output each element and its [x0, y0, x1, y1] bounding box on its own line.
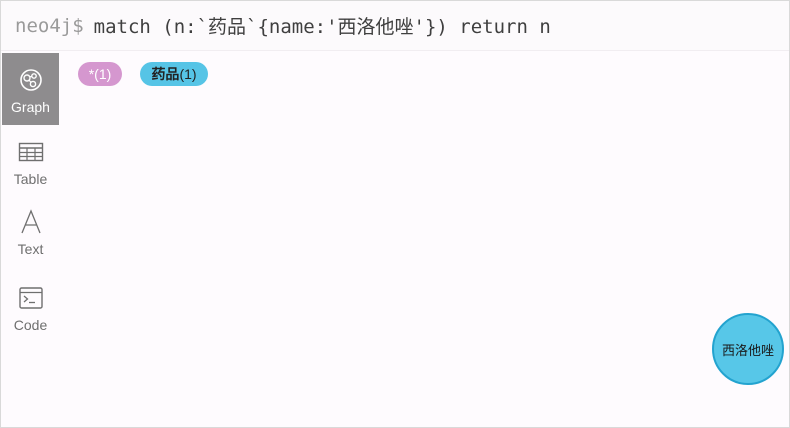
- label-badge-drug[interactable]: 药品(1): [140, 62, 208, 86]
- badge-count: (1): [179, 66, 197, 82]
- graph-icon: [2, 65, 59, 95]
- sidebar-item-code[interactable]: Code: [2, 271, 59, 343]
- text-icon: [2, 207, 59, 237]
- sidebar-item-label: Graph: [11, 99, 50, 115]
- label-badge-all[interactable]: *(1): [78, 62, 122, 86]
- sidebar-item-table[interactable]: Table: [2, 125, 59, 197]
- query-text[interactable]: match (n:`药品`{name:'西洛他唑'}) return n: [94, 12, 551, 39]
- query-bar[interactable]: neo4j$ match (n:`药品`{name:'西洛他唑'}) retur…: [1, 1, 789, 51]
- result-frame: neo4j$ match (n:`药品`{name:'西洛他唑'}) retur…: [0, 0, 790, 428]
- badge-name: 药品: [151, 66, 180, 82]
- graph-node[interactable]: 西洛他唑: [712, 313, 784, 385]
- sidebar-item-text[interactable]: Text: [2, 195, 59, 267]
- sidebar-item-label: Table: [13, 171, 48, 187]
- sidebar-item-label: Code: [13, 317, 48, 333]
- sidebar-item-graph[interactable]: Graph: [2, 53, 59, 125]
- sidebar-item-label: Text: [17, 241, 44, 257]
- code-icon: [2, 283, 59, 313]
- prompt-text: neo4j$: [15, 14, 84, 37]
- badge-count: (1): [94, 66, 112, 82]
- view-sidebar: Graph Table Text Code: [2, 53, 59, 353]
- node-caption: 西洛他唑: [721, 343, 774, 359]
- table-icon: [2, 137, 59, 167]
